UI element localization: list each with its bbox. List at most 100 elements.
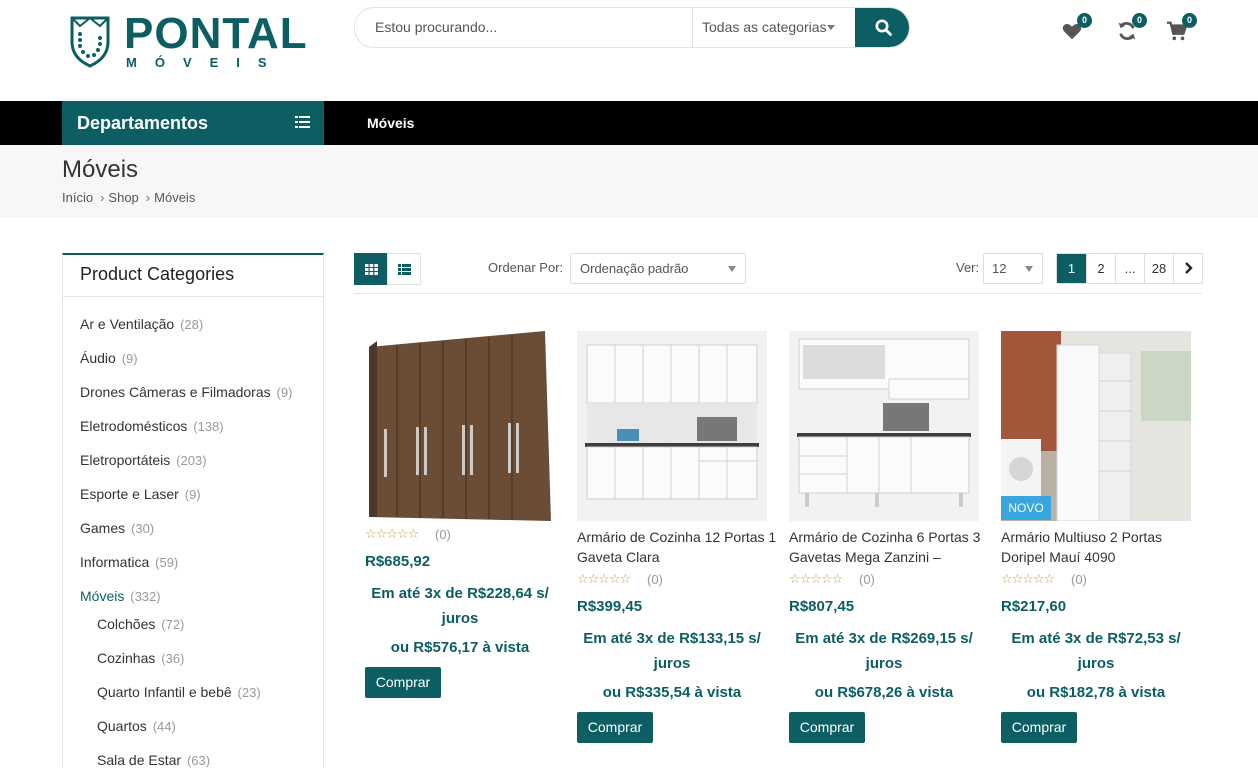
breadcrumb-shop[interactable]: Shop xyxy=(108,190,138,205)
category-audio[interactable]: Áudio (9) xyxy=(80,350,138,366)
buy-button[interactable]: Comprar xyxy=(789,712,865,743)
category-quartos[interactable]: Quartos (44) xyxy=(97,718,176,734)
page-28-button[interactable]: 28 xyxy=(1144,254,1173,283)
compare-count-badge: 0 xyxy=(1132,13,1147,28)
category-select[interactable]: Todas as categorias xyxy=(692,8,855,47)
grid-view-button[interactable] xyxy=(354,253,388,285)
product-categories-widget: Product Categories Ar e Ventilação (28) … xyxy=(62,253,324,768)
installment-text: Em até 3x de R$228,64 s/ juros xyxy=(371,585,549,627)
category-count: (23) xyxy=(237,685,261,700)
cash-price-text: ou R$182,78 à vista xyxy=(1026,684,1166,701)
category-count: (9) xyxy=(276,385,293,400)
category-esporte-laser[interactable]: Esporte e Laser (9) xyxy=(80,486,201,502)
buy-button[interactable]: Comprar xyxy=(1001,712,1077,743)
installment-text: Em até 3x de R$72,53 s/ juros xyxy=(1011,630,1181,672)
category-label: Informatica xyxy=(80,554,150,570)
cash-price-text: ou R$678,26 à vista xyxy=(814,684,954,701)
per-page-value: 12 xyxy=(992,261,1007,276)
page-title: Móveis xyxy=(62,156,139,183)
buy-button[interactable]: Comprar xyxy=(577,712,653,743)
shield-logo-icon xyxy=(70,16,110,68)
category-count: (138) xyxy=(193,419,224,434)
category-count: (44) xyxy=(152,719,176,734)
departments-menu-button[interactable]: Departamentos xyxy=(62,101,324,145)
category-label: Eletrodomésticos xyxy=(80,418,188,434)
product-image[interactable] xyxy=(789,331,979,521)
breadcrumb-current: Móveis xyxy=(154,190,196,205)
product-image[interactable] xyxy=(365,331,555,521)
list-icon xyxy=(397,263,411,275)
next-page-button[interactable] xyxy=(1173,254,1202,283)
category-count: (63) xyxy=(186,753,211,768)
category-label: Quarto Infantil e bebê xyxy=(97,684,232,700)
per-page-select[interactable]: 12 xyxy=(983,253,1043,284)
brand-logo[interactable]: PONTAL MÓVEIS xyxy=(68,12,318,72)
category-count: (36) xyxy=(161,651,185,666)
category-informatica[interactable]: Informatica (59) xyxy=(80,554,178,570)
search-icon xyxy=(875,19,892,36)
chevron-right-icon: › xyxy=(145,190,151,205)
search-bar: Todas as categorias xyxy=(354,7,910,48)
nav-link-moveis[interactable]: Móveis xyxy=(367,101,414,145)
search-input[interactable] xyxy=(375,8,685,47)
page-2-button[interactable]: 2 xyxy=(1086,254,1115,283)
search-button[interactable] xyxy=(855,8,909,47)
category-count: (203) xyxy=(176,453,207,468)
wishlist-button[interactable]: 0 xyxy=(1061,13,1092,44)
category-count: (9) xyxy=(121,351,138,366)
toolbar-divider xyxy=(354,293,1202,294)
review-count: (0) xyxy=(1071,572,1087,587)
category-count: (72) xyxy=(161,617,185,632)
category-label: Sala de Estar xyxy=(97,752,182,768)
review-count: (0) xyxy=(647,572,663,587)
new-badge: NOVO xyxy=(1001,496,1051,520)
order-label: Ordenar Por: xyxy=(488,260,564,275)
list-view-button[interactable] xyxy=(387,253,421,285)
page-1-button[interactable]: 1 xyxy=(1057,254,1086,283)
chevron-down-icon xyxy=(1025,266,1033,272)
category-sala-estar[interactable]: Sala de Estar (63) xyxy=(97,752,210,768)
product-price: R$399,45 xyxy=(577,598,643,615)
product-image[interactable] xyxy=(1001,331,1191,521)
category-label: Esporte e Laser xyxy=(80,486,179,502)
list-menu-icon xyxy=(295,116,310,128)
category-eletroportateis[interactable]: Eletroportáteis (203) xyxy=(80,452,207,468)
chevron-down-icon xyxy=(728,266,736,272)
product-name[interactable]: Armário de Cozinha 12 Portas 1 Gaveta Cl… xyxy=(577,527,777,567)
breadcrumb-home[interactable]: Início xyxy=(62,190,93,205)
category-colchoes[interactable]: Colchões (72) xyxy=(97,616,184,632)
category-drones[interactable]: Drones Câmeras e Filmadoras (9) xyxy=(80,384,292,400)
review-count: (0) xyxy=(435,527,451,542)
rating-stars: ☆☆☆☆☆ xyxy=(789,571,843,586)
category-ar-ventilacao[interactable]: Ar e Ventilação (28) xyxy=(80,316,203,332)
category-eletrodomesticos[interactable]: Eletrodomésticos (138) xyxy=(80,418,224,434)
category-games[interactable]: Games (30) xyxy=(80,520,154,536)
category-moveis[interactable]: Móveis (332) xyxy=(80,588,161,604)
installment-text: Em até 3x de R$133,15 s/ juros xyxy=(583,630,761,672)
product-name[interactable]: Armário de Cozinha 6 Portas 3 Gavetas Me… xyxy=(789,527,989,567)
product-image[interactable] xyxy=(577,331,767,521)
category-label: Ar e Ventilação xyxy=(80,316,175,332)
chevron-down-icon xyxy=(827,25,835,30)
per-page-label: Ver: xyxy=(956,260,980,275)
buy-button[interactable]: Comprar xyxy=(365,667,441,698)
brand-subtitle: MÓVEIS xyxy=(126,55,285,70)
installment-text: Em até 3x de R$269,15 s/ juros xyxy=(795,630,973,672)
cart-button[interactable]: 0 xyxy=(1166,13,1197,44)
category-label: Eletroportáteis xyxy=(80,452,171,468)
grid-icon xyxy=(364,263,378,275)
cash-price-text: ou R$576,17 à vista xyxy=(390,639,530,656)
category-quarto-infantil[interactable]: Quarto Infantil e bebê (23) xyxy=(97,684,261,700)
page-ellipsis: ... xyxy=(1115,254,1144,283)
category-count: (59) xyxy=(155,555,179,570)
review-count: (0) xyxy=(859,572,875,587)
compare-button[interactable]: 0 xyxy=(1116,13,1147,44)
product-price: R$217,60 xyxy=(1001,598,1067,615)
product-price: R$685,92 xyxy=(365,553,431,570)
category-cozinhas[interactable]: Cozinhas (36) xyxy=(97,650,184,666)
product-name[interactable]: Armário Multiuso 2 Portas Doripel Mauí 4… xyxy=(1001,527,1201,567)
order-select[interactable]: Ordenação padrão xyxy=(570,253,746,284)
category-label: Games xyxy=(80,520,126,536)
rating-stars: ☆☆☆☆☆ xyxy=(1001,571,1055,586)
category-label: Drones Câmeras e Filmadoras xyxy=(80,384,271,400)
